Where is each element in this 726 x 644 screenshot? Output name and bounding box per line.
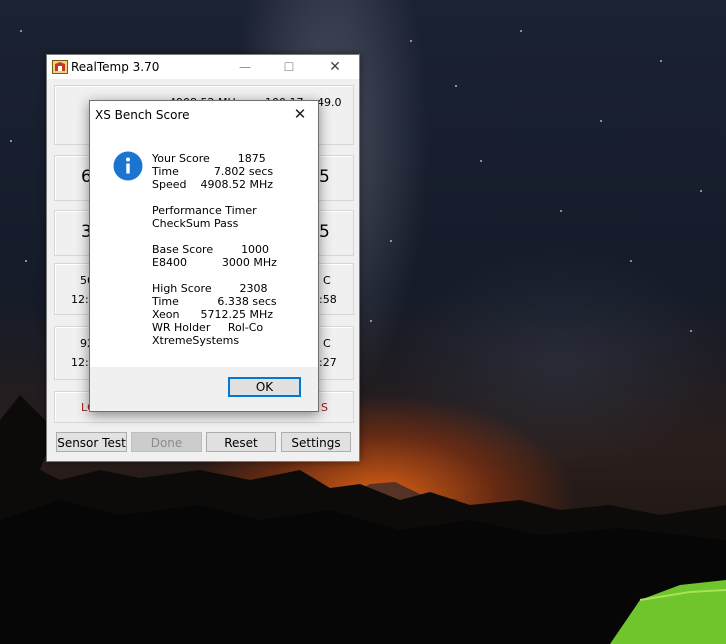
checksum-line: CheckSum Pass [152, 217, 239, 230]
log-status-right: S [321, 401, 328, 414]
performance-timer-line: Performance Timer [152, 204, 257, 217]
max-temp-unit: C [323, 337, 331, 350]
high-score-cpu-line: Xeon 5712.25 MHz [152, 308, 274, 321]
time-line: Time 7.802 secs [152, 165, 274, 178]
maximize-icon[interactable]: ☐ [267, 55, 311, 79]
info-icon [113, 151, 143, 181]
high-score-time-line: Time 6.338 secs [152, 295, 277, 308]
base-score-line: Base Score 1000 [152, 243, 270, 256]
min-temp-time-right: :58 [319, 293, 337, 306]
xs-bench-score-dialog: XS Bench Score ✕ Your Score 1875 Time 7.… [89, 100, 319, 412]
dialog-footer: OK [90, 367, 318, 411]
tjmax-value-right: 5 [319, 222, 330, 242]
xtremesystems-line: XtremeSystems [152, 334, 240, 347]
settings-button[interactable]: Settings [281, 432, 351, 452]
realtemp-titlebar[interactable]: RealTemp 3.70 — ☐ ✕ [47, 55, 359, 79]
dialog-close-icon[interactable]: ✕ [288, 104, 312, 124]
done-button[interactable]: Done [131, 432, 202, 452]
reset-button[interactable]: Reset [206, 432, 276, 452]
your-score-line: Your Score 1875 [152, 152, 266, 165]
temp-value-right: 5 [319, 167, 330, 187]
max-temp-time-right: :27 [319, 356, 337, 369]
realtemp-title: RealTemp 3.70 [71, 60, 160, 74]
dialog-title: XS Bench Score [95, 108, 190, 122]
ok-button[interactable]: OK [228, 377, 301, 397]
sensor-test-button[interactable]: Sensor Test [56, 432, 127, 452]
high-score-line: High Score 2308 [152, 282, 268, 295]
base-cpu-line: E8400 3000 MHz [152, 256, 277, 269]
realtemp-app-icon [52, 60, 68, 74]
speed-line: Speed 4908.52 MHz [152, 178, 273, 191]
wr-holder-line: WR Holder Rol-Co [152, 321, 264, 334]
close-icon[interactable]: ✕ [313, 55, 357, 79]
min-temp-unit: C [323, 274, 331, 287]
minimize-icon[interactable]: — [223, 55, 267, 79]
